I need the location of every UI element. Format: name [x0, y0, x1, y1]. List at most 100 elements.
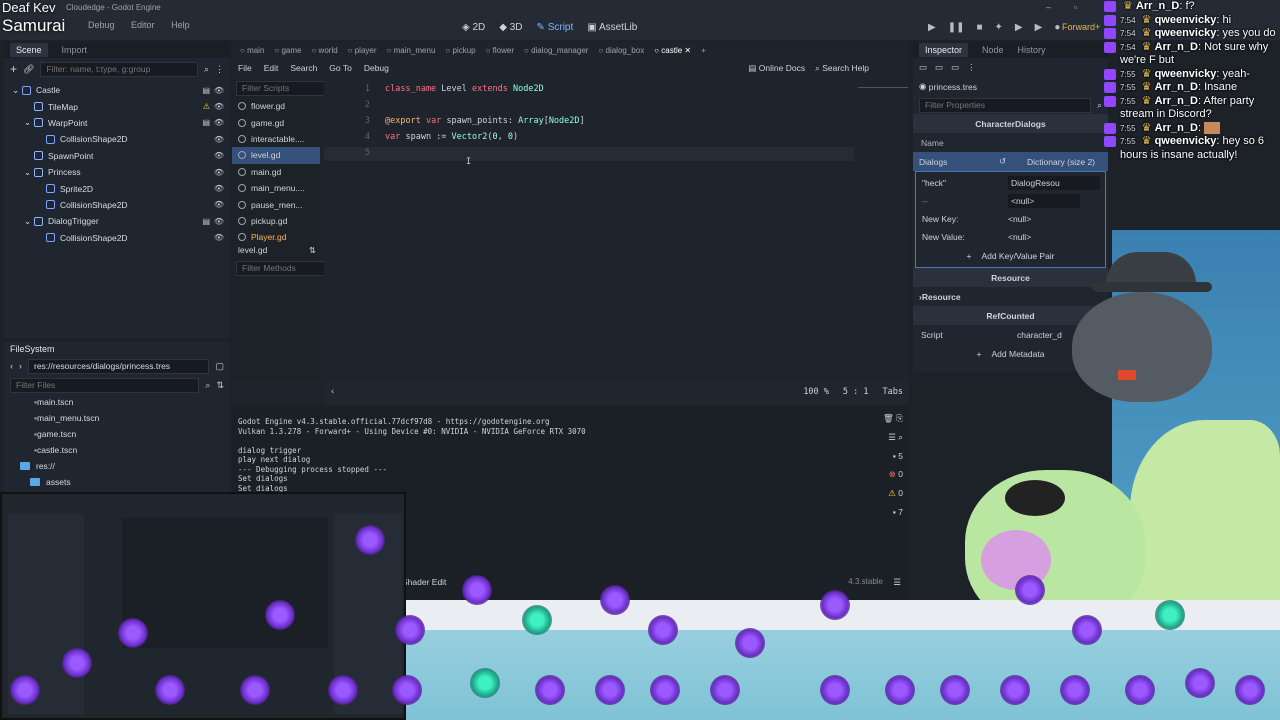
script-list-item[interactable]: level.gd	[232, 147, 320, 164]
tab-inspector[interactable]: Inspector	[919, 43, 969, 57]
split-view-icon[interactable]: ▢	[215, 361, 224, 372]
back-icon[interactable]: ‹	[10, 361, 13, 371]
file-item[interactable]: ▪ main.tscn	[12, 394, 230, 410]
scene-tab[interactable]: ○ flower	[486, 46, 514, 55]
script-list-item[interactable]: pause_men...	[232, 196, 320, 212]
visibility-eye-icon[interactable]: 👁︎	[214, 217, 224, 226]
scene-node-row[interactable]: CollisionShape2D 👁︎	[4, 131, 230, 147]
scene-tab[interactable]: ○ player	[348, 46, 377, 55]
menu-debug[interactable]: Debug	[88, 20, 115, 30]
scene-tab[interactable]: ○ main_menu	[387, 46, 436, 55]
script-list-item[interactable]: main_menu....	[232, 180, 320, 196]
code-area[interactable]: 1 class_name Level extends Node2D 2 3 @expor…	[324, 80, 909, 404]
file-item[interactable]: assets	[12, 474, 230, 490]
tab-scene[interactable]: Scene	[10, 43, 48, 57]
script-menu-item[interactable]: Search	[290, 63, 317, 73]
scene-tab[interactable]: ○ world	[311, 46, 337, 55]
filter-output-icon[interactable]: ☰ ⌕	[888, 432, 903, 443]
workspace-script-button[interactable]: ✎ Script	[537, 22, 574, 33]
scene-node-row[interactable]: ⌄ Princess 👁︎	[4, 164, 230, 180]
scene-tab[interactable]: ○ main	[240, 46, 264, 55]
online-docs-button[interactable]: ▤ Online Docs	[748, 63, 805, 74]
resource-section[interactable]: › Resource	[913, 287, 1108, 306]
expand-arrow-icon[interactable]: ⌄	[24, 216, 34, 227]
scene-node-row[interactable]: ⌄ WarpPoint 👁︎ ▤	[4, 115, 230, 131]
script-attached-icon[interactable]: ▤	[202, 217, 210, 226]
forward-icon[interactable]: ›	[19, 361, 22, 371]
indent-mode[interactable]: Tabs	[883, 387, 909, 397]
resource-options-icon[interactable]: ⋮	[967, 62, 976, 73]
tab-import[interactable]: Import	[62, 45, 88, 55]
minimize-icon[interactable]: –	[1046, 2, 1051, 12]
log-count[interactable]: ▪ 5	[893, 451, 903, 461]
property-filter-input[interactable]	[919, 97, 1091, 113]
scene-tab[interactable]: ○ game	[274, 46, 301, 55]
visibility-eye-icon[interactable]: 👁︎	[214, 233, 224, 242]
script-menu-item[interactable]: Go To	[329, 63, 352, 73]
script-list-item[interactable]: pickup.gd	[232, 213, 320, 229]
warning-icon[interactable]: ⚠	[203, 102, 210, 111]
expand-arrow-icon[interactable]: ⌄	[24, 167, 34, 178]
file-item[interactable]: ▪ game.tscn	[12, 426, 230, 442]
scene-tab[interactable]: ○ dialog_manager	[524, 46, 588, 55]
scene-node-row[interactable]: ⌄ DialogTrigger 👁︎ ▤	[4, 213, 230, 229]
new-value-value[interactable]: <null>	[1008, 232, 1031, 242]
script-list-item[interactable]: interactable....	[232, 131, 320, 147]
warning-count[interactable]: ⚠ 0	[888, 488, 903, 499]
link-icon[interactable]: 🔗︎	[23, 64, 34, 75]
sort-methods-icon[interactable]: ⇅	[309, 245, 316, 256]
file-item[interactable]: ▪ castle.tscn	[12, 442, 230, 458]
visibility-eye-icon[interactable]: 👁︎	[214, 86, 224, 95]
scene-node-row[interactable]: TileMap 👁︎ ⚠	[4, 98, 230, 114]
tab-history[interactable]: History	[1018, 45, 1046, 55]
play-scene-icon[interactable]: ▶	[1015, 22, 1023, 33]
maximize-icon[interactable]: ▫	[1074, 2, 1077, 12]
add-node-icon[interactable]: +	[10, 62, 17, 76]
scene-node-row[interactable]: SpawnPoint 👁︎	[4, 148, 230, 164]
script-menu-item[interactable]: Debug	[364, 63, 389, 73]
remote-debug-icon[interactable]: ✦	[995, 22, 1003, 33]
search-help-button[interactable]: ⌕ Search Help	[815, 63, 869, 74]
menu-editor[interactable]: Editor	[131, 20, 155, 30]
clear-output-icon[interactable]: 🗑︎ ⎘	[883, 413, 903, 424]
file-item[interactable]: res://	[12, 458, 230, 474]
tab-node[interactable]: Node	[982, 45, 1004, 55]
workspace-3d-button[interactable]: ◆ 3D	[499, 22, 522, 33]
save-resource-icon[interactable]: ▭	[951, 62, 959, 73]
dict-value-1[interactable]: DialogResou	[1008, 176, 1100, 190]
dock-layout-icon[interactable]: ☰	[893, 577, 901, 588]
revert-icon[interactable]: ↺	[999, 156, 1006, 167]
script-property-value[interactable]: character_d	[1017, 330, 1062, 340]
workspace-2d-button[interactable]: ◈ 2D	[462, 22, 485, 33]
resource-file-label[interactable]: princess.tres	[929, 82, 977, 92]
scene-options-icon[interactable]: ⋮	[215, 64, 224, 75]
script-attached-icon[interactable]: ▤	[202, 86, 210, 95]
pause-icon[interactable]: ❚❚	[948, 22, 965, 33]
script-menu-item[interactable]: Edit	[264, 63, 279, 73]
scene-tab[interactable]: ○ dialog_box	[598, 46, 644, 55]
open-resource-icon[interactable]: ▭	[935, 62, 943, 73]
scene-tab[interactable]: ○ castle ✕	[654, 46, 691, 55]
scene-node-row[interactable]: ⌄ Castle 👁︎ ▤	[4, 82, 230, 98]
script-menu-item[interactable]: File	[238, 63, 252, 73]
scene-filter-input[interactable]	[40, 61, 198, 77]
minimap[interactable]	[858, 80, 908, 88]
visibility-eye-icon[interactable]: 👁︎	[214, 184, 224, 193]
script-attached-icon[interactable]: ▤	[202, 118, 210, 127]
zoom-level[interactable]: 100 %	[803, 387, 829, 397]
scene-node-row[interactable]: Sprite2D 👁︎	[4, 180, 230, 196]
shader-editor-tab[interactable]: Shader Edit	[402, 577, 446, 587]
script-list-item[interactable]: Player.gd	[232, 229, 320, 245]
filesystem-path-input[interactable]	[28, 358, 210, 374]
sort-icon[interactable]: ⇅	[216, 380, 224, 391]
play-icon[interactable]: ▶	[928, 22, 936, 33]
play-custom-icon[interactable]: ▶	[1035, 22, 1043, 33]
expand-arrow-icon[interactable]: ⌄	[12, 85, 22, 96]
file-item[interactable]: ▪ main_menu.tscn	[12, 410, 230, 426]
scene-tab[interactable]: ○ pickup	[445, 46, 475, 55]
filesystem-filter-input[interactable]	[10, 377, 200, 393]
workspace-assetlib-button[interactable]: ▣ AssetLib	[587, 22, 637, 33]
add-pair-button[interactable]: + Add Key/Value Pair	[916, 246, 1105, 265]
visibility-eye-icon[interactable]: 👁︎	[214, 102, 224, 111]
add-tab-icon[interactable]: +	[701, 46, 706, 55]
